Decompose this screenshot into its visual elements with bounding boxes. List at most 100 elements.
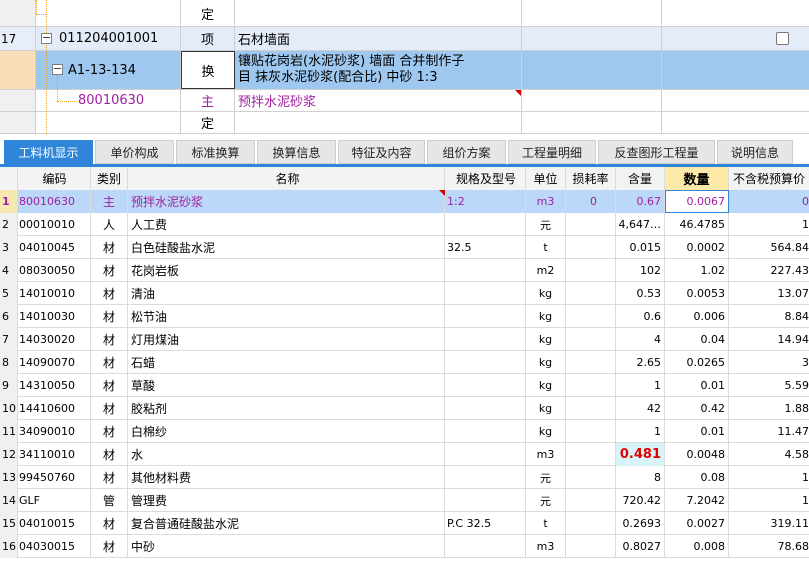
- header-spec[interactable]: 规格及型号: [445, 167, 526, 190]
- cell-category[interactable]: 材: [91, 351, 128, 374]
- table-row[interactable]: 16 04030015 材中砂 m3 0.8027 0.008 78.68: [0, 535, 809, 558]
- table-row[interactable]: 8 14090070 材石蜡 kg 2.65 0.0265 3: [0, 351, 809, 374]
- cell-name[interactable]: 管理费: [128, 489, 445, 512]
- cell-unit[interactable]: t: [526, 512, 566, 535]
- cell-code[interactable]: 34090010: [18, 420, 91, 443]
- cell-loss-rate[interactable]: [566, 374, 616, 397]
- cell-content[interactable]: 0.67: [616, 190, 665, 213]
- header-budget-price[interactable]: 不含税预算价: [729, 167, 809, 190]
- tab-quantity-details[interactable]: 工程量明细: [508, 140, 596, 164]
- cell-loss-rate[interactable]: [566, 305, 616, 328]
- tab-labor-material-machine[interactable]: 工料机显示: [4, 140, 93, 164]
- cell-code[interactable]: 04010015: [18, 512, 91, 535]
- cell-loss-rate[interactable]: [566, 535, 616, 558]
- cell-content[interactable]: 0.2693: [616, 512, 665, 535]
- cell-loss-rate[interactable]: [566, 282, 616, 305]
- cell-unit[interactable]: kg: [526, 282, 566, 305]
- cell-category[interactable]: 材: [91, 535, 128, 558]
- cell-content[interactable]: 0.6: [616, 305, 665, 328]
- cell-category[interactable]: 材: [91, 374, 128, 397]
- tab-conversion-info[interactable]: 换算信息: [257, 140, 336, 164]
- cell-quantity[interactable]: 0.0027: [665, 512, 729, 535]
- tree-row-selected[interactable]: A1-13-134 换 镶贴花岗岩(水泥砂浆) 墙面 合并制作子 目 抹灰水泥砂…: [0, 51, 809, 90]
- cell-spec[interactable]: [445, 374, 526, 397]
- cell-budget-price[interactable]: 1: [729, 489, 809, 512]
- cell-unit[interactable]: t: [526, 236, 566, 259]
- cell-code[interactable]: 14090070: [18, 351, 91, 374]
- tree-row-item[interactable]: 17 011204001001 项 石材墙面: [0, 27, 809, 51]
- cell-code[interactable]: 08030050: [18, 259, 91, 282]
- cell-code[interactable]: 14310050: [18, 374, 91, 397]
- cell-category[interactable]: 管: [91, 489, 128, 512]
- cell-code[interactable]: 34110010: [18, 443, 91, 466]
- row-type-input[interactable]: 换: [181, 51, 235, 89]
- row-checkbox[interactable]: [776, 32, 789, 45]
- cell-category[interactable]: 材: [91, 443, 128, 466]
- cell-unit[interactable]: kg: [526, 374, 566, 397]
- cell-name[interactable]: 中砂: [128, 535, 445, 558]
- cell-spec[interactable]: [445, 351, 526, 374]
- cell-budget-price[interactable]: 564.84: [729, 236, 809, 259]
- cell-code[interactable]: 14030020: [18, 328, 91, 351]
- cell-code[interactable]: 04030015: [18, 535, 91, 558]
- cell-category[interactable]: 材: [91, 282, 128, 305]
- cell-content[interactable]: 0.53: [616, 282, 665, 305]
- cell-budget-price[interactable]: 78.68: [729, 535, 809, 558]
- cell-name[interactable]: 石蜡: [128, 351, 445, 374]
- cell-unit[interactable]: m2: [526, 259, 566, 282]
- cell-category[interactable]: 材: [91, 512, 128, 535]
- cell-spec[interactable]: [445, 305, 526, 328]
- cell-name[interactable]: 花岗岩板: [128, 259, 445, 282]
- cell-loss-rate[interactable]: [566, 443, 616, 466]
- cell-loss-rate[interactable]: [566, 213, 616, 236]
- header-name[interactable]: 名称: [128, 167, 445, 190]
- table-row[interactable]: 14 GLF 管管理费 元 720.42 7.2042 1: [0, 489, 809, 512]
- tab-features-content[interactable]: 特征及内容: [338, 140, 425, 164]
- cell-spec[interactable]: [445, 489, 526, 512]
- cell-quantity[interactable]: 7.2042: [665, 489, 729, 512]
- cell-content[interactable]: 8: [616, 466, 665, 489]
- header-loss-rate[interactable]: 损耗率: [566, 167, 616, 190]
- collapse-icon[interactable]: −: [41, 32, 52, 44]
- cell-code[interactable]: 00010010: [18, 213, 91, 236]
- cell-content[interactable]: 2.65: [616, 351, 665, 374]
- cell-quantity[interactable]: 0.0048: [665, 443, 729, 466]
- cell-spec[interactable]: [445, 466, 526, 489]
- table-row[interactable]: 12 34110010 材水 m3 0.481 0.0048 4.58: [0, 443, 809, 466]
- collapse-icon[interactable]: −: [52, 63, 63, 75]
- cell-content[interactable]: 1: [616, 374, 665, 397]
- cell-content[interactable]: 1: [616, 420, 665, 443]
- table-row[interactable]: 15 04010015 材复合普通硅酸盐水泥 P.C 32.5 t 0.2693 0.002…: [0, 512, 809, 535]
- cell-spec[interactable]: 1:2: [445, 190, 526, 213]
- cell-quantity[interactable]: 0.01: [665, 374, 729, 397]
- cell-loss-rate[interactable]: [566, 466, 616, 489]
- cell-unit[interactable]: 元: [526, 489, 566, 512]
- cell-spec[interactable]: [445, 397, 526, 420]
- tab-unit-price-composition[interactable]: 单价构成: [95, 140, 174, 164]
- cell-quantity[interactable]: 46.4785: [665, 213, 729, 236]
- cell-category[interactable]: 材: [91, 466, 128, 489]
- cell-unit[interactable]: kg: [526, 305, 566, 328]
- cell-code[interactable]: GLF: [18, 489, 91, 512]
- tab-standard-conversion[interactable]: 标准换算: [176, 140, 255, 164]
- cell-category[interactable]: 材: [91, 305, 128, 328]
- cell-quantity[interactable]: 0.0265: [665, 351, 729, 374]
- table-row[interactable]: 11 34090010 材白棉纱 kg 1 0.01 11.47: [0, 420, 809, 443]
- cell-loss-rate[interactable]: [566, 236, 616, 259]
- table-row[interactable]: 6 14010030 材松节油 kg 0.6 0.006 8.84: [0, 305, 809, 328]
- cell-content[interactable]: 0.8027: [616, 535, 665, 558]
- cell-quantity[interactable]: 0.0002: [665, 236, 729, 259]
- header-quantity[interactable]: 数量: [665, 167, 729, 190]
- cell-name[interactable]: 人工费: [128, 213, 445, 236]
- tab-description[interactable]: 说明信息: [717, 140, 793, 164]
- cell-name[interactable]: 松节油: [128, 305, 445, 328]
- cell-code[interactable]: 14010030: [18, 305, 91, 328]
- cell-category[interactable]: 材: [91, 397, 128, 420]
- cell-quantity[interactable]: 0.008: [665, 535, 729, 558]
- cell-spec[interactable]: [445, 328, 526, 351]
- cell-budget-price[interactable]: 8.84: [729, 305, 809, 328]
- cell-loss-rate[interactable]: [566, 420, 616, 443]
- cell-budget-price[interactable]: 0: [729, 190, 809, 213]
- tab-reverse-graphic-quantity[interactable]: 反查图形工程量: [598, 140, 715, 164]
- header-unit[interactable]: 单位: [526, 167, 566, 190]
